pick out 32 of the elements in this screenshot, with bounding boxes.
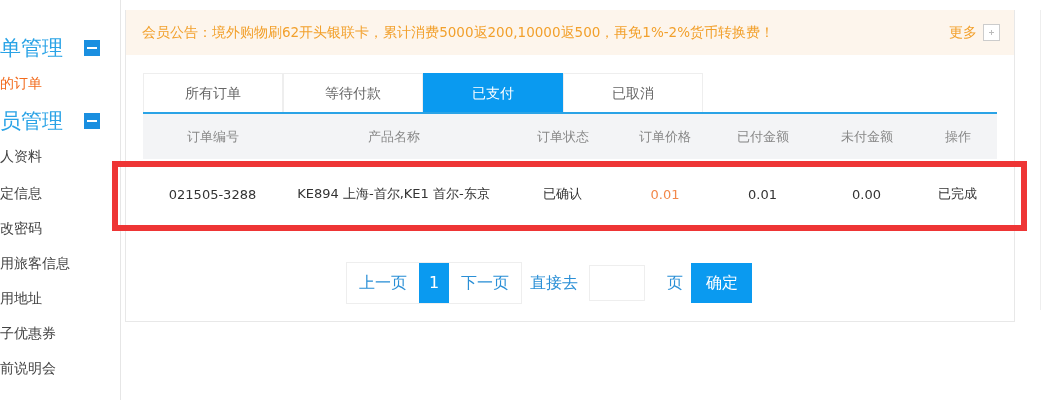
collapse-icon[interactable] [84,113,100,129]
sidebar-item[interactable]: 人资料 [0,139,120,174]
table-cell-text: 已完成 [937,185,978,203]
next-page-button[interactable]: 下一页 [449,263,522,303]
table-cell-text: 021505-3288 [167,186,258,202]
table-cell-text: 0.01 [747,186,778,202]
sidebar-item[interactable]: 定信息 [0,176,120,211]
column-header: 订单状态 [535,127,590,146]
column-header: 产品名称 [366,127,421,146]
sidebar-item[interactable]: 用旅客信息 [0,246,120,281]
column-header: 订单价格 [638,127,692,146]
page-unit-label: 页 [667,272,684,294]
tab[interactable]: 所有订单 [143,73,283,112]
table-cell-text: 0.00 [851,186,882,202]
column-header: 未付金额 [839,127,894,146]
sidebar-item[interactable]: 的订单 [0,66,120,101]
sidebar-item[interactable]: 前说明会 [0,351,120,386]
notice-text: 会员公告：境外购物刷62开头银联卡，累计消费5000返200,10000返500，再免1%-2%货币转换费！ [142,23,775,42]
tab[interactable]: 已取消 [563,73,703,112]
sidebar-item[interactable]: 用地址 [0,281,120,316]
column-header: 已付金额 [735,127,790,146]
sidebar-item[interactable]: 子优惠券 [0,316,120,351]
column-header: 订单编号 [185,127,240,146]
collapse-icon[interactable] [84,40,100,56]
prev-page-button[interactable]: 上一页 [347,263,419,303]
table-cell-text: KE894 上海-首尔,KE1 首尔-东京 [296,185,491,203]
column-header: 操作 [943,127,972,146]
table-cell-text: 已确认 [542,185,583,203]
goto-label: 直接去 [530,272,579,294]
table-cell-text: 0.01 [649,186,681,202]
sidebar-item[interactable]: 改密码 [0,211,120,246]
expand-icon[interactable] [983,24,1000,41]
